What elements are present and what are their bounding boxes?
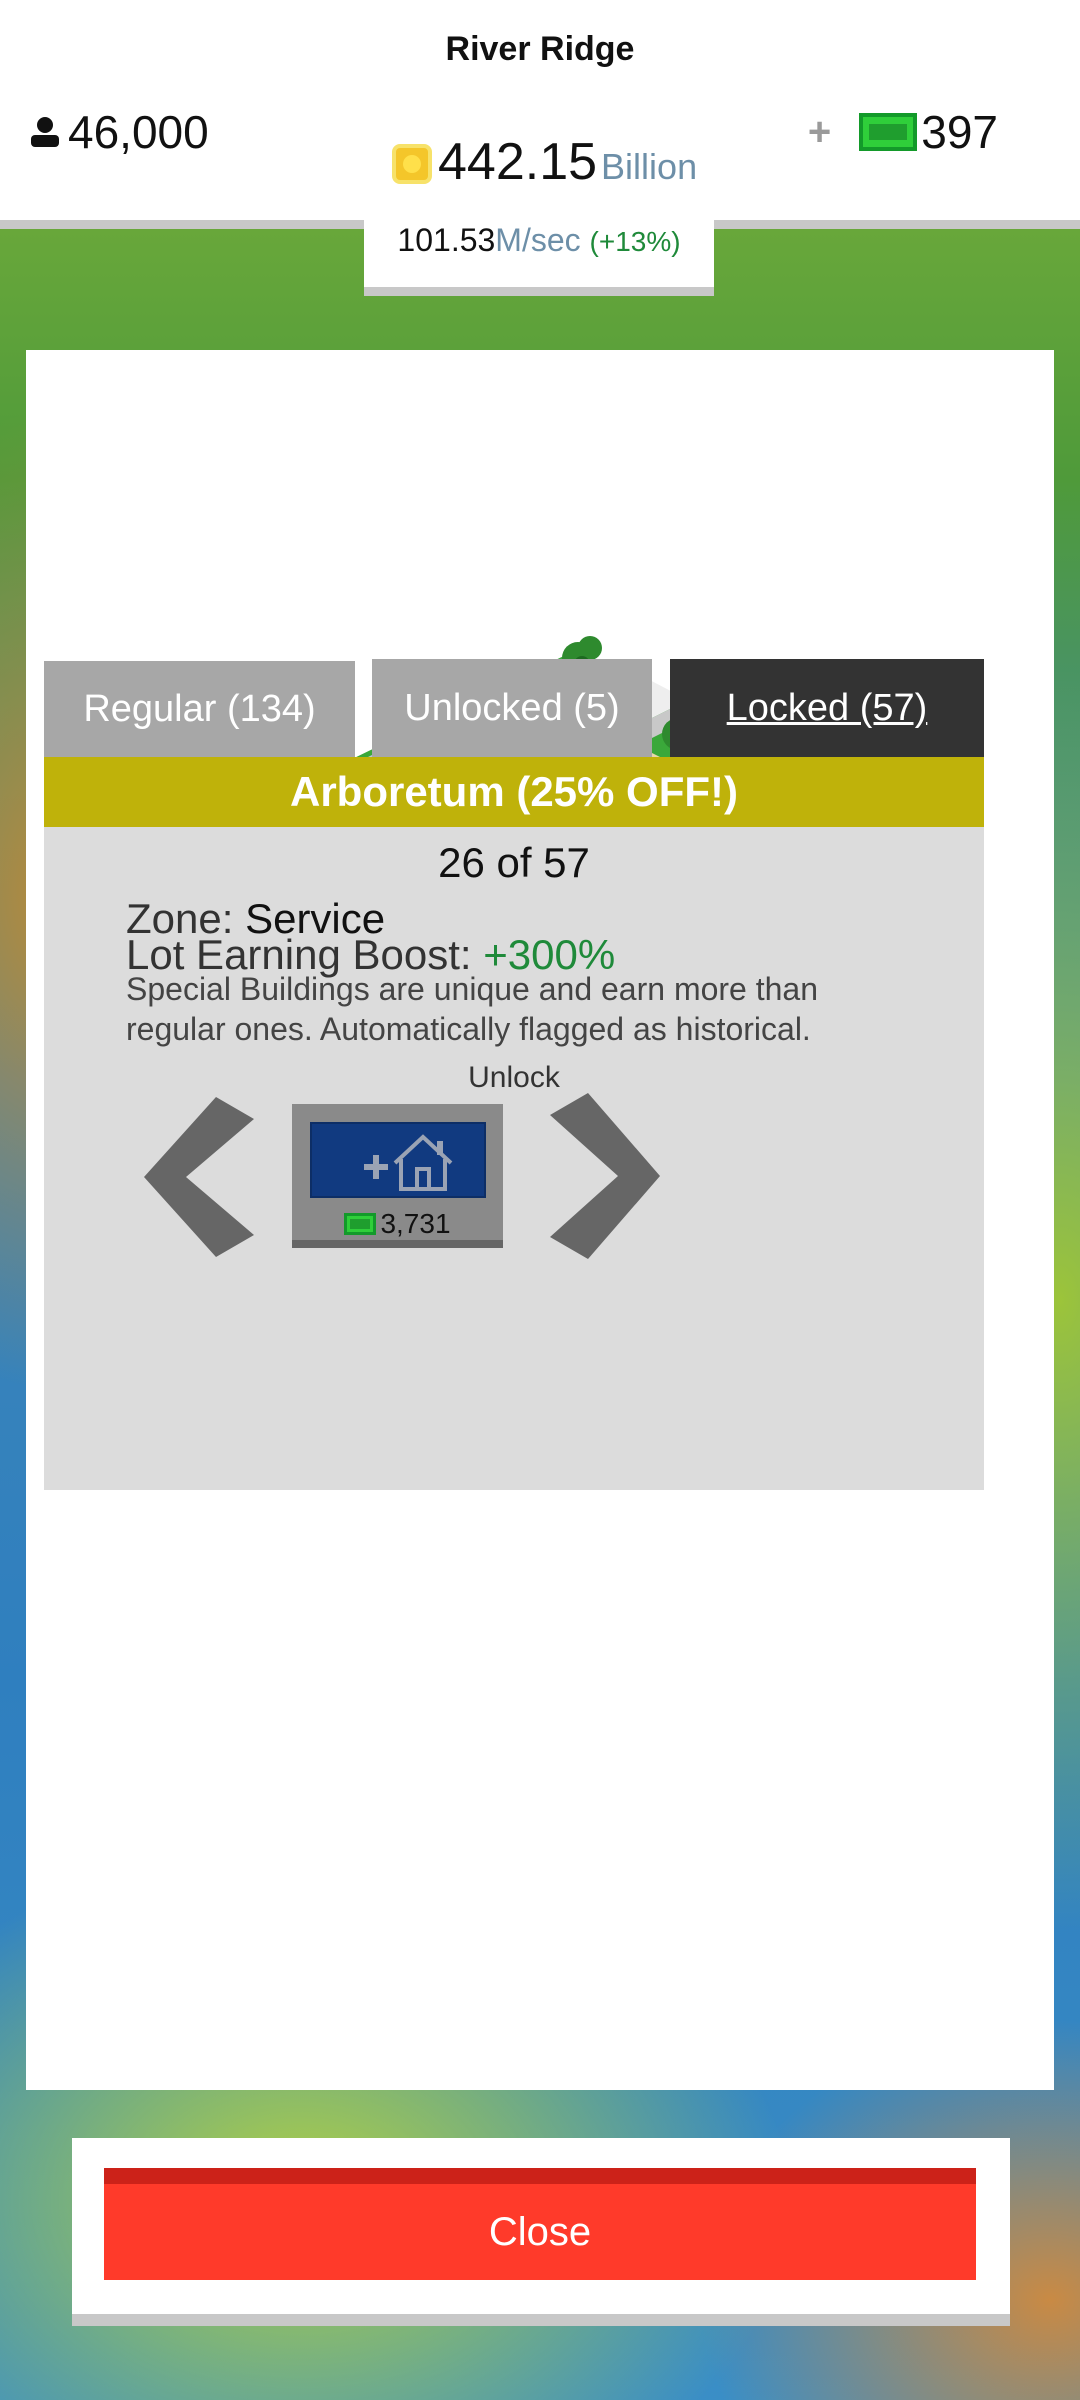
income-rate-box: 101.53M/sec (+13%) [364, 212, 714, 296]
close-container: Close [72, 2138, 1010, 2326]
coin-icon [392, 144, 432, 184]
money-unit: Billion [601, 146, 698, 187]
population-value: 46,000 [68, 106, 209, 158]
chevron-right-icon[interactable] [550, 1093, 660, 1259]
rate-unit: M/sec [495, 222, 581, 258]
building-counter: 26 of 57 [438, 839, 590, 886]
tab-regular[interactable]: Regular (134) [44, 661, 355, 757]
rate-percent: (+13%) [589, 226, 681, 257]
gems-display[interactable]: + 397 [808, 105, 998, 159]
building-info: 26 of 57 Zone: Service Lot Earning Boost… [44, 827, 984, 1490]
city-name: River Ridge [445, 30, 635, 68]
tab-unlocked[interactable]: Unlocked (5) [372, 659, 652, 757]
gem-icon [344, 1213, 377, 1235]
money-value: 442.15 [438, 133, 598, 191]
plus-icon[interactable]: + [808, 110, 831, 155]
rate-value: 101.53 [397, 222, 496, 258]
building-description: Special Buildings are unique and earn mo… [126, 971, 819, 1047]
top-bar: River Ridge 46,000 + 397 [0, 0, 1080, 229]
money-display: 442.15 Billion [392, 132, 697, 192]
unlock-button-face[interactable] [310, 1122, 486, 1198]
gems-value: 397 [921, 106, 998, 158]
building-title: Arboretum (25% OFF!) [44, 757, 984, 827]
gem-icon [859, 113, 918, 151]
close-button[interactable]: Close [104, 2168, 976, 2280]
population-display: 46,000 [28, 105, 209, 159]
unlock-button[interactable]: 3,731 [292, 1104, 503, 1248]
person-icon [31, 117, 59, 147]
house-icon [364, 1134, 453, 1191]
income-rate: 101.53M/sec (+13%) [364, 222, 714, 259]
unlock-cost: 3,731 [292, 1208, 503, 1240]
unlock-cost-value: 3,731 [380, 1208, 451, 1239]
chevron-left-icon[interactable] [144, 1097, 254, 1257]
unlock-label: Unlock [468, 1061, 560, 1094]
tab-locked[interactable]: Locked (57) [670, 659, 984, 757]
